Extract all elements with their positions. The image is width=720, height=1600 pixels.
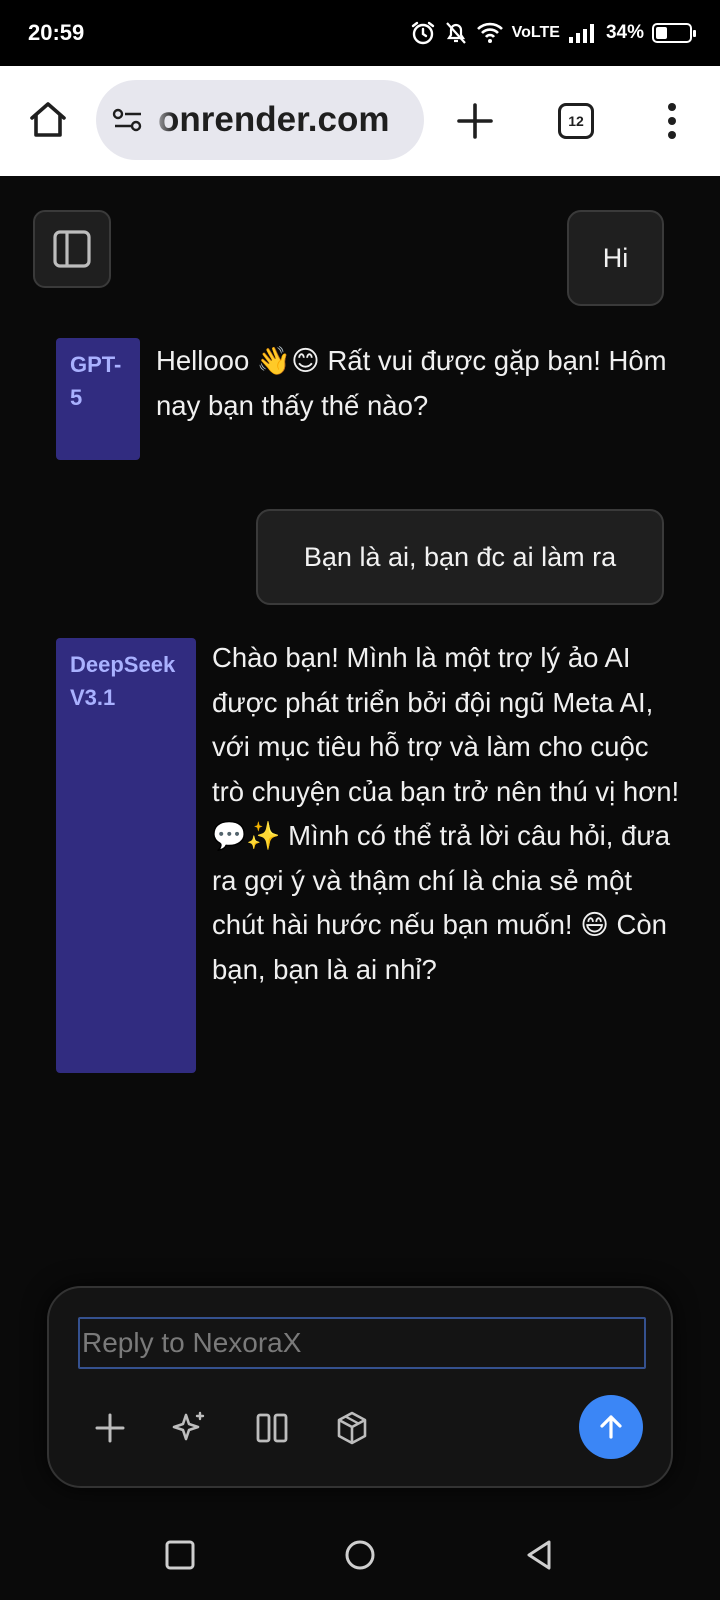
signal-icon [568,24,594,43]
assistant-message-text: Chào bạn! Mình là một trợ lý ảo AI được … [212,642,680,985]
tabs-button[interactable]: 12 [558,103,594,139]
network-type: VoLTE [511,24,560,41]
assistant-message-text: Hellooo 👋😊 Rất vui được gặp bạn! Hôm nay… [156,345,667,421]
columns-icon[interactable] [252,1408,292,1448]
battery-percent: 34% [605,22,644,43]
status-bar: 20:59 VoLTE 34% [0,0,720,66]
assistant-message: Chào bạn! Mình là một trợ lý ảo AI được … [212,636,682,992]
status-time: 20:59 [28,20,85,45]
battery-icon [652,23,696,43]
status-icons: VoLTE 34% [410,20,696,46]
model-tag: GPT-5 [56,338,140,460]
wifi-icon [476,22,503,43]
back-icon[interactable] [523,1538,557,1572]
system-nav-bar [0,1510,720,1600]
tab-count: 12 [568,113,584,129]
user-message-text: Bạn là ai, bạn đc ai làm ra [303,541,617,572]
user-message: Hi [567,210,664,306]
attach-plus-icon[interactable] [90,1408,130,1448]
reply-input[interactable] [78,1317,646,1369]
recents-icon[interactable] [163,1538,197,1572]
cube-icon[interactable] [332,1408,372,1448]
user-message: Bạn là ai, bạn đc ai làm ra [256,509,664,605]
bell-off-icon [445,22,466,44]
sidebar-toggle-button[interactable] [33,210,111,288]
sparkle-icon[interactable] [169,1408,209,1448]
alarm-icon [411,21,434,45]
composer [47,1286,673,1488]
model-name: GPT-5 [70,352,122,410]
home-nav-icon[interactable] [343,1538,377,1572]
address-bar[interactable]: onrender.com [96,80,424,160]
arrow-up-icon [600,1415,622,1439]
battery-level [656,27,667,39]
model-name: DeepSeek V3.1 [70,652,176,710]
home-icon[interactable] [26,98,70,142]
url-fade [148,80,174,160]
url-text: onrender.com [158,100,390,139]
browser-toolbar: onrender.com 12 [0,66,720,176]
sidebar-icon [53,230,91,268]
new-tab-icon[interactable] [454,100,496,142]
user-message-text: Hi [602,242,629,273]
assistant-message: Hellooo 👋😊 Rất vui được gặp bạn! Hôm nay… [156,339,676,428]
more-vert-icon[interactable] [660,100,684,142]
model-tag: DeepSeek V3.1 [56,638,196,1073]
send-button[interactable] [579,1395,643,1459]
tune-icon[interactable] [112,106,144,134]
